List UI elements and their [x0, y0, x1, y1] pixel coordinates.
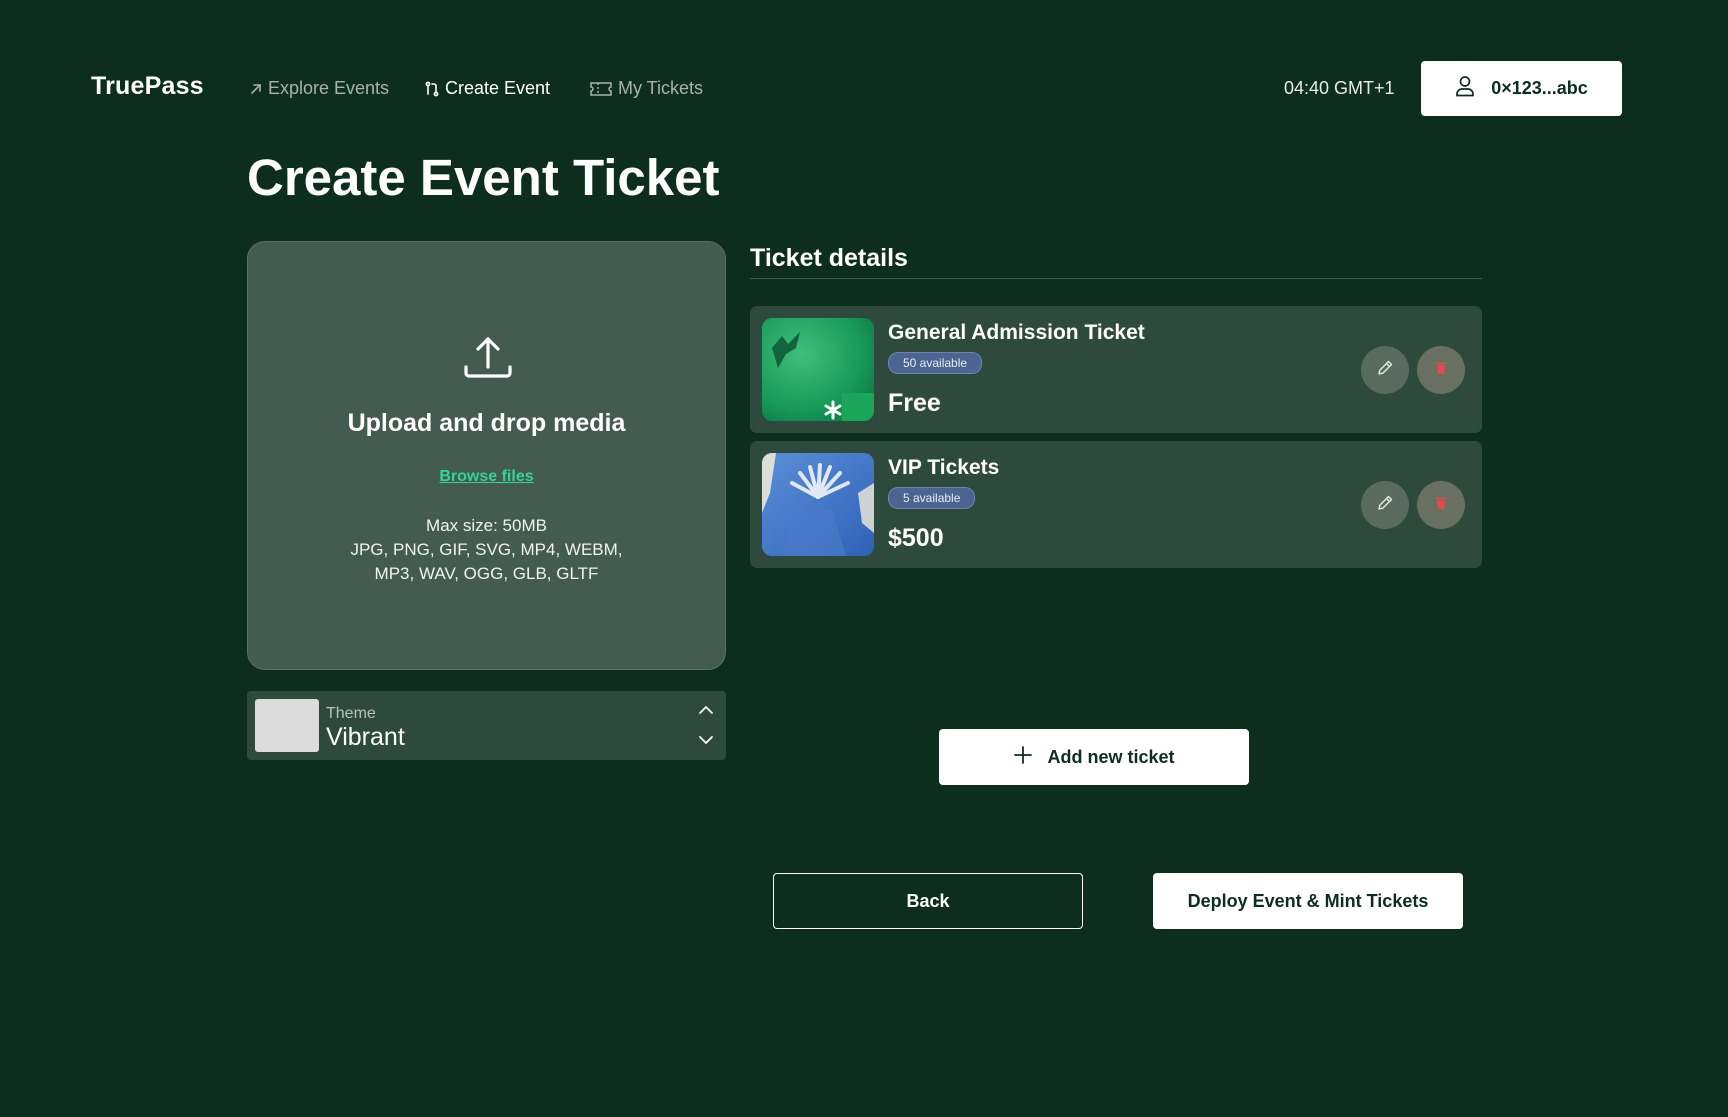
- ticket-price: $500: [888, 524, 944, 552]
- pencil-icon: [1376, 359, 1394, 382]
- wallet-address: 0×123...abc: [1491, 78, 1588, 98]
- pencil-icon: [1376, 494, 1394, 517]
- ticket-icon: [589, 80, 613, 98]
- user-icon: [1455, 75, 1475, 102]
- wallet-button[interactable]: 0×123...abc: [1421, 61, 1622, 116]
- brand-logo[interactable]: TruePass: [91, 72, 204, 101]
- ticket-card: General Admission Ticket 50 available Fr…: [750, 306, 1482, 433]
- route-icon: [424, 81, 440, 97]
- ticket-thumbnail: [762, 453, 874, 556]
- availability-badge: 50 available: [888, 352, 983, 374]
- section-divider: [750, 278, 1482, 279]
- ticket-price: Free: [888, 389, 941, 417]
- upload-icon: [463, 334, 513, 389]
- media-dropzone[interactable]: Upload and drop media Browse files Max s…: [247, 241, 726, 670]
- nav-my-tickets[interactable]: My Tickets: [589, 78, 703, 99]
- plus-icon: [1013, 745, 1033, 770]
- formats-line-2: MP3, WAV, OGG, GLB, GLTF: [374, 564, 599, 583]
- ticket-name: General Admission Ticket: [888, 321, 1145, 344]
- back-button[interactable]: Back: [773, 873, 1083, 929]
- arrow-up-right-icon: [249, 82, 263, 96]
- upload-title: Upload and drop media: [347, 409, 626, 437]
- ticket-thumbnail: [762, 318, 874, 421]
- nav-my-tickets-label: My Tickets: [618, 78, 704, 98]
- theme-label: Theme: [326, 705, 376, 722]
- trash-icon: [1433, 360, 1449, 381]
- page-title: Create Event Ticket: [247, 149, 720, 206]
- nav-explore-label: Explore Events: [268, 78, 390, 98]
- deploy-button[interactable]: Deploy Event & Mint Tickets: [1153, 873, 1463, 929]
- availability-badge: 5 available: [888, 487, 976, 509]
- nav-explore-events[interactable]: Explore Events: [249, 78, 389, 99]
- clock: 04:40 GMT+1: [1284, 78, 1395, 98]
- chevron-up-icon[interactable]: [698, 703, 714, 721]
- theme-selector[interactable]: Theme Vibrant: [247, 691, 726, 760]
- chevron-down-icon[interactable]: [698, 733, 714, 751]
- formats-line-1: JPG, PNG, GIF, SVG, MP4, WEBM,: [350, 540, 623, 559]
- delete-ticket-button[interactable]: [1417, 346, 1465, 394]
- edit-ticket-button[interactable]: [1361, 346, 1409, 394]
- max-size-text: Max size: 50MB: [426, 516, 547, 535]
- theme-value: Vibrant: [326, 723, 405, 751]
- add-ticket-label: Add new ticket: [1047, 746, 1175, 767]
- browse-files-link[interactable]: Browse files: [248, 468, 725, 486]
- add-ticket-button[interactable]: Add new ticket: [939, 729, 1249, 785]
- ticket-name: VIP Tickets: [888, 456, 1000, 479]
- edit-ticket-button[interactable]: [1361, 481, 1409, 529]
- ticket-details-heading: Ticket details: [750, 244, 908, 272]
- delete-ticket-button[interactable]: [1417, 481, 1465, 529]
- nav-create-label: Create Event: [445, 78, 551, 98]
- trash-icon: [1433, 495, 1449, 516]
- theme-swatch: [255, 699, 319, 752]
- page: TruePass Explore Events Create Event My …: [0, 0, 1728, 1117]
- upload-info: Max size: 50MB JPG, PNG, GIF, SVG, MP4, …: [248, 514, 725, 586]
- ticket-card: VIP Tickets 5 available $500: [750, 441, 1482, 568]
- nav-create-event[interactable]: Create Event: [424, 78, 550, 99]
